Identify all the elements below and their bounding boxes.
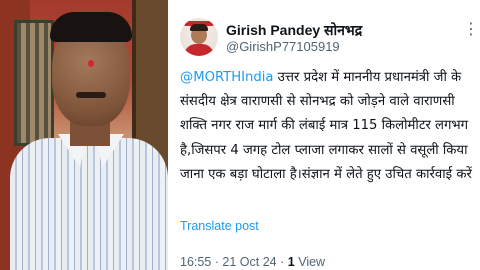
tweet-time[interactable]: 16:55 [180, 255, 211, 269]
translate-post-link[interactable]: Translate post [180, 219, 259, 233]
tweet-card: Girish Pandey सोनभद्र @GirishP77105919 ⋮… [168, 0, 480, 270]
views-label: View [298, 255, 326, 269]
author-handle[interactable]: @GirishP77105919 [226, 39, 340, 54]
author-name[interactable]: Girish Pandey सोनभद्र [226, 21, 362, 40]
profile-photo [0, 0, 168, 270]
mention-link[interactable]: @MORTHIndia [180, 70, 273, 85]
photo-hair [50, 12, 132, 42]
tweet-body-text: उत्तर प्रदेश में माननीय प्रधानमंत्री जी … [180, 70, 472, 182]
meta-separator: · [214, 255, 219, 269]
meta-separator-2: · [280, 255, 285, 269]
tweet-date[interactable]: 21 Oct 24 [222, 255, 276, 269]
author-avatar[interactable] [180, 18, 218, 56]
photo-shirt [10, 138, 168, 270]
more-options-icon[interactable]: ⋮ [463, 21, 479, 37]
tweet-text: @MORTHIndia उत्तर प्रदेश में माननीय प्रध… [180, 66, 478, 187]
avatar-hair [190, 24, 208, 31]
photo-window [14, 20, 54, 146]
views-count: 1 [287, 255, 295, 269]
photo-tilak [88, 60, 94, 67]
tweet-meta: 16:55 · 21 Oct 24 · 1 View [180, 255, 325, 269]
photo-moustache [76, 92, 106, 98]
avatar-body [184, 44, 214, 56]
